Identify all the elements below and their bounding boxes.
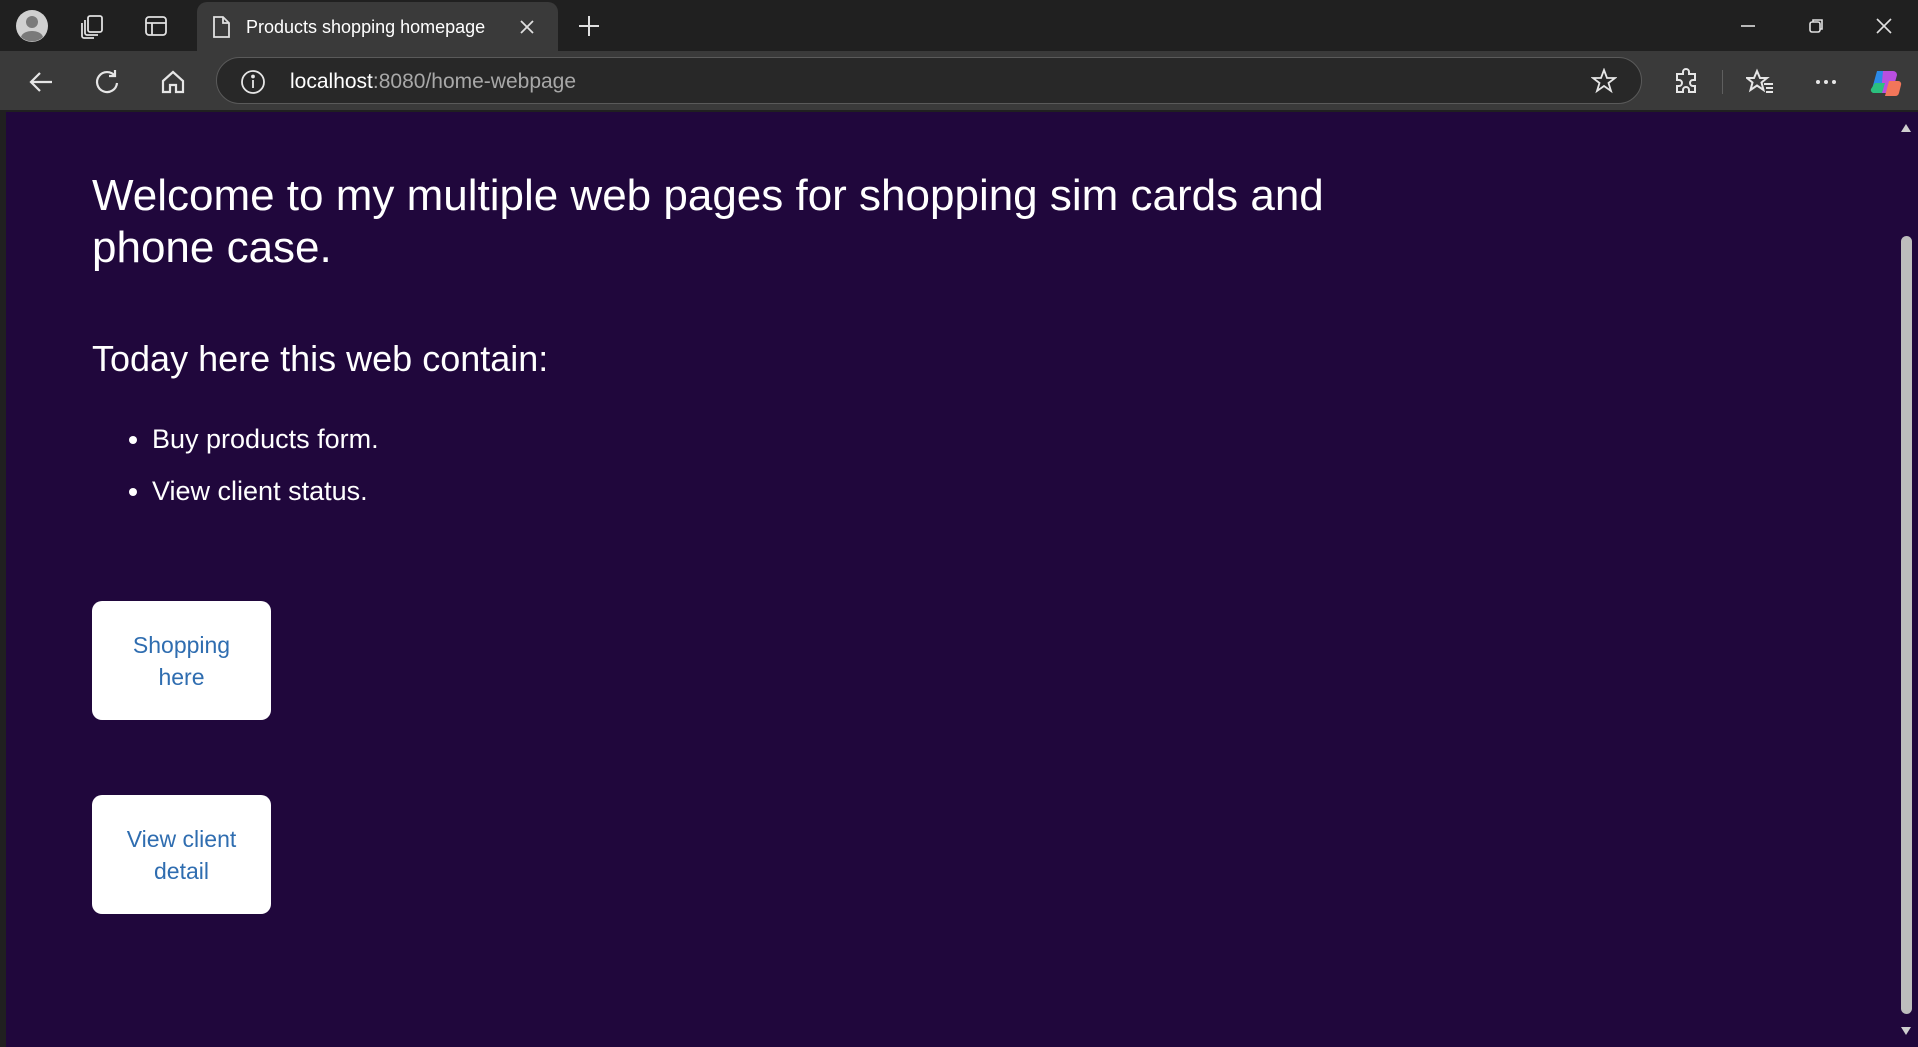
toolbar-separator	[1722, 70, 1723, 94]
tab-close-icon[interactable]	[515, 15, 539, 39]
favorites-icon[interactable]	[1740, 62, 1780, 102]
scroll-down-icon[interactable]	[1900, 1025, 1912, 1037]
browser-window: Products shopping homepage localhost:808…	[0, 0, 1918, 1047]
scroll-up-icon[interactable]	[1900, 122, 1912, 134]
profile-avatar-icon[interactable]	[14, 8, 50, 44]
extensions-icon[interactable]	[1666, 62, 1706, 102]
browser-toolbar: localhost:8080/home-webpage	[0, 51, 1918, 110]
page-favicon-icon	[211, 15, 231, 44]
view-client-detail-label: View client detail	[126, 825, 237, 884]
feature-list: Buy products form. View client status.	[92, 413, 1382, 517]
tab-products-shopping-homepage[interactable]: Products shopping homepage	[197, 2, 558, 51]
shopping-here-label: Shopping here	[132, 631, 231, 690]
url-host: localhost	[290, 70, 373, 93]
home-icon[interactable]	[153, 62, 193, 102]
favorite-star-icon[interactable]	[1590, 67, 1618, 99]
restore-icon[interactable]	[1782, 0, 1850, 51]
view-client-detail-button[interactable]: View client detail	[92, 795, 271, 914]
tab-title: Products shopping homepage	[246, 17, 486, 37]
vertical-tabs-icon[interactable]	[138, 8, 174, 44]
address-bar[interactable]: localhost:8080/home-webpage	[216, 57, 1642, 104]
new-tab-icon[interactable]	[571, 8, 607, 44]
vertical-scrollbar[interactable]	[1894, 112, 1918, 1047]
window-close-icon[interactable]	[1850, 0, 1918, 51]
list-item: Buy products form.	[152, 413, 1382, 465]
tab-strip: Products shopping homepage	[0, 0, 1918, 51]
scroll-thumb[interactable]	[1901, 236, 1912, 1014]
workspaces-icon[interactable]	[74, 8, 110, 44]
minimize-icon[interactable]	[1714, 0, 1782, 51]
copilot-icon[interactable]	[1866, 62, 1906, 102]
url-text[interactable]: localhost:8080/home-webpage	[290, 70, 576, 94]
page-heading: Welcome to my multiple web pages for sho…	[92, 171, 1324, 272]
back-icon[interactable]	[21, 62, 61, 102]
more-menu-icon[interactable]	[1806, 62, 1846, 102]
page-viewport: Welcome to my multiple web pages for sho…	[6, 112, 1894, 1047]
refresh-icon[interactable]	[87, 62, 127, 102]
list-item: View client status.	[152, 465, 1382, 517]
page-subheading: Today here this web contain:	[92, 338, 549, 379]
site-info-icon[interactable]	[240, 69, 266, 100]
shopping-here-button[interactable]: Shopping here	[92, 601, 271, 720]
url-path: :8080/home-webpage	[372, 70, 577, 93]
page-content: Welcome to my multiple web pages for sho…	[92, 170, 1382, 517]
